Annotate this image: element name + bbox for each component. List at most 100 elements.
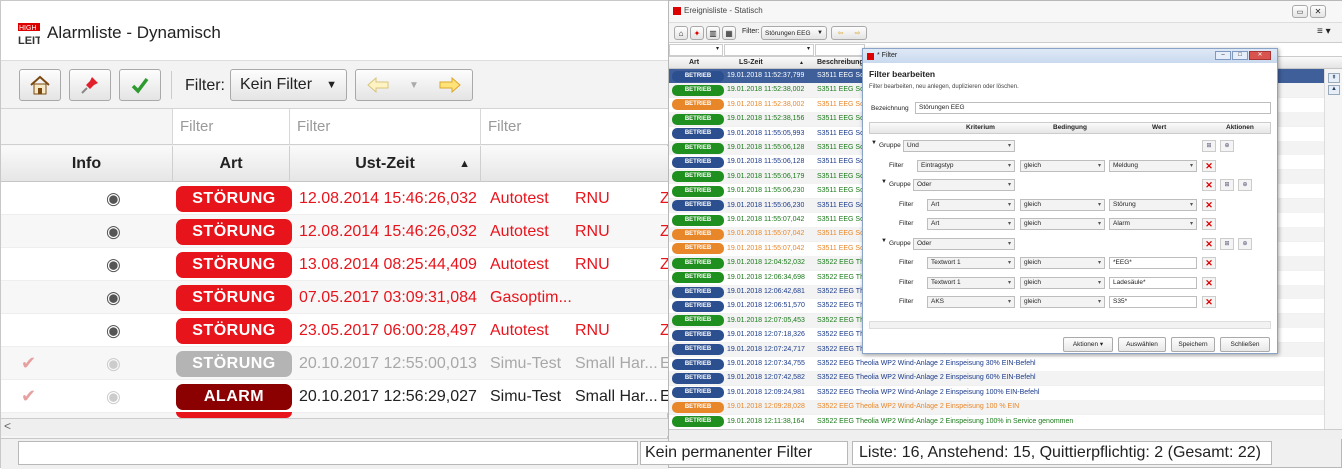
event-filter-zeit[interactable]: ▾ <box>724 44 814 56</box>
criterion-select[interactable]: AKS <box>927 296 1015 308</box>
filter-input-text[interactable]: Filter <box>481 109 669 145</box>
event-filter-select[interactable]: Störungen EEG ▼ <box>761 26 827 40</box>
delete-icon[interactable]: ✕ <box>1202 198 1216 211</box>
eye-icon[interactable]: ◉ <box>106 347 121 380</box>
criterion-select[interactable]: Eintragstyp <box>917 159 1015 172</box>
scroll-up-button[interactable]: ▲ <box>1328 85 1340 95</box>
filter-select[interactable]: Kein Filter ▼ <box>230 69 347 101</box>
filter-input-ust-zeit[interactable]: Filter <box>290 109 481 145</box>
table-row[interactable]: ◉ STÖRUNG 12.08.2014 15:46:26,032 Autotest R… <box>1 215 669 248</box>
column-header-text[interactable] <box>481 146 669 182</box>
name-input[interactable]: Störungen EEG <box>915 102 1271 114</box>
close-button[interactable]: ✕ <box>1310 5 1326 18</box>
delete-icon[interactable]: ✕ <box>1202 276 1216 289</box>
criterion-select[interactable]: Art <box>927 218 1015 230</box>
event-filter-art[interactable]: ▾ <box>669 44 723 56</box>
home-button[interactable]: ⌂ <box>674 26 688 40</box>
calendar-button[interactable]: ▦ <box>722 26 736 40</box>
column-header-ust-zeit[interactable]: Ust-Zeit ▲ <box>290 146 481 182</box>
condition-select[interactable]: gleich <box>1020 257 1105 269</box>
delete-icon[interactable]: ✕ <box>1202 257 1216 269</box>
table-row[interactable]: ◉ STÖRUNG 12.08.2014 15:46:26,032 Autotest R… <box>1 182 669 215</box>
eye-icon[interactable]: ◉ <box>106 380 121 413</box>
table-row[interactable]: ◉ STÖRUNG 07.05.2017 03:09:31,084 Gasoptim.… <box>1 281 669 314</box>
eye-icon[interactable]: ◉ <box>106 182 121 215</box>
expander-icon[interactable]: ▼ <box>881 238 887 244</box>
column-header-art[interactable]: Art <box>173 146 290 182</box>
value-input[interactable]: Ladesäule* <box>1109 276 1197 289</box>
column-header-info[interactable]: Info <box>1 146 173 182</box>
filter-input-art[interactable]: Filter <box>173 109 290 145</box>
add-group-icon[interactable]: ⊕ <box>1220 140 1234 152</box>
columns-button[interactable]: ▥ <box>706 26 720 40</box>
condition-select[interactable]: gleich <box>1020 159 1105 172</box>
maximize-button[interactable]: □ <box>1232 51 1248 60</box>
event-row[interactable]: BETRIEB 19.01.2018 12:09:28,028 S3522 EEG … <box>669 400 1342 415</box>
eye-icon[interactable]: ◉ <box>106 314 121 347</box>
table-row[interactable]: ✔ ◉ STÖRUNG 20.10.2017 12:55:00,013 Simu-Tes… <box>1 347 669 380</box>
dialog-close-button[interactable]: ✕ <box>1249 51 1271 60</box>
arrow-right-icon[interactable]: ⇨ <box>855 29 861 37</box>
expander-icon[interactable]: ▼ <box>881 179 887 185</box>
event-column-beschreibung[interactable]: Beschreibung <box>817 57 864 69</box>
horizontal-scrollbar[interactable]: < <box>1 418 669 436</box>
scroll-top-button[interactable]: ⇞ <box>1328 73 1340 83</box>
criterion-select[interactable]: Textwort 1 <box>927 276 1015 289</box>
eye-icon[interactable]: ◉ <box>106 215 121 248</box>
pin-button[interactable]: ✦ <box>690 26 704 40</box>
value-select[interactable]: Alarm <box>1109 218 1197 230</box>
event-row[interactable]: BETRIEB 19.01.2018 12:11:38,164 S3522 EEG … <box>669 414 1342 429</box>
delete-icon[interactable]: ✕ <box>1202 159 1216 172</box>
event-row[interactable]: BETRIEB 19.01.2018 12:07:34,755 S3522 EEG … <box>669 357 1342 371</box>
actions-menu-button[interactable]: Aktionen ▾ <box>1063 337 1113 352</box>
scroll-left-icon[interactable]: < <box>4 419 11 433</box>
condition-select[interactable]: gleich <box>1020 296 1105 308</box>
table-row[interactable]: ◉ STÖRUNG 13.08.2014 08:25:44,409 Autotest R… <box>1 248 669 281</box>
arrow-left-icon[interactable] <box>366 76 390 94</box>
menu-icon[interactable]: ≡ ▾ <box>1317 26 1331 37</box>
event-navigation-group[interactable]: ⇦ ⇨ <box>831 26 867 40</box>
delete-icon[interactable]: ✕ <box>1202 296 1216 308</box>
arrow-left-icon[interactable]: ⇦ <box>838 29 844 37</box>
value-select[interactable]: Meldung <box>1109 159 1197 172</box>
event-column-art[interactable]: Art <box>689 57 699 69</box>
delete-icon[interactable]: ✕ <box>1202 179 1216 191</box>
condition-select[interactable]: gleich <box>1020 276 1105 289</box>
close-dialog-button[interactable]: Schließen <box>1220 337 1270 352</box>
delete-icon[interactable]: ✕ <box>1202 218 1216 230</box>
expander-icon[interactable]: ▼ <box>871 140 877 146</box>
event-horizontal-scrollbar[interactable] <box>669 429 1342 439</box>
home-button[interactable] <box>19 69 61 101</box>
eye-icon[interactable]: ◉ <box>106 281 121 314</box>
chevron-down-icon[interactable]: ▼ <box>409 80 419 91</box>
event-column-ls-zeit[interactable]: LS-Zeit <box>739 57 763 69</box>
criterion-select[interactable]: Textwort 1 <box>927 257 1015 269</box>
value-input[interactable]: S35* <box>1109 296 1197 308</box>
criterion-select[interactable]: Oder <box>913 237 1015 250</box>
dialog-horizontal-scrollbar[interactable] <box>869 321 1271 329</box>
save-button[interactable]: Speichern <box>1171 337 1215 352</box>
condition-select[interactable]: gleich <box>1020 198 1105 211</box>
add-filter-icon[interactable]: ⊞ <box>1202 140 1216 152</box>
event-row[interactable]: BETRIEB 19.01.2018 12:07:42,582 S3522 EEG … <box>669 371 1342 386</box>
acknowledge-button[interactable] <box>119 69 161 101</box>
value-input[interactable]: *EEG* <box>1109 257 1197 269</box>
minimize-button[interactable]: – <box>1215 51 1231 60</box>
restore-button[interactable]: ▭ <box>1292 5 1308 18</box>
select-button[interactable]: Auswählen <box>1118 337 1166 352</box>
add-filter-icon[interactable]: ⊞ <box>1220 237 1234 250</box>
condition-select[interactable]: gleich <box>1020 218 1105 230</box>
add-group-icon[interactable]: ⊕ <box>1238 179 1252 191</box>
arrow-right-icon[interactable] <box>438 76 462 94</box>
delete-icon[interactable]: ✕ <box>1202 237 1216 250</box>
event-filter-text[interactable] <box>815 44 865 56</box>
table-row[interactable]: ◉ STÖRUNG 23.05.2017 06:00:28,497 Autotest R… <box>1 314 669 347</box>
criterion-select[interactable]: Art <box>927 198 1015 211</box>
vertical-scrollbar[interactable]: ⇞ ▲ <box>1324 69 1342 429</box>
table-row[interactable]: ✔ ◉ ALARM 20.10.2017 12:56:29,027 Simu-Test S… <box>1 380 669 413</box>
criterion-select[interactable]: Und <box>903 140 1015 152</box>
event-row[interactable]: BETRIEB 19.01.2018 12:09:24,981 S3522 EEG … <box>669 385 1342 400</box>
eye-icon[interactable]: ◉ <box>106 248 121 281</box>
pin-button[interactable] <box>69 69 111 101</box>
criterion-select[interactable]: Oder <box>913 179 1015 191</box>
